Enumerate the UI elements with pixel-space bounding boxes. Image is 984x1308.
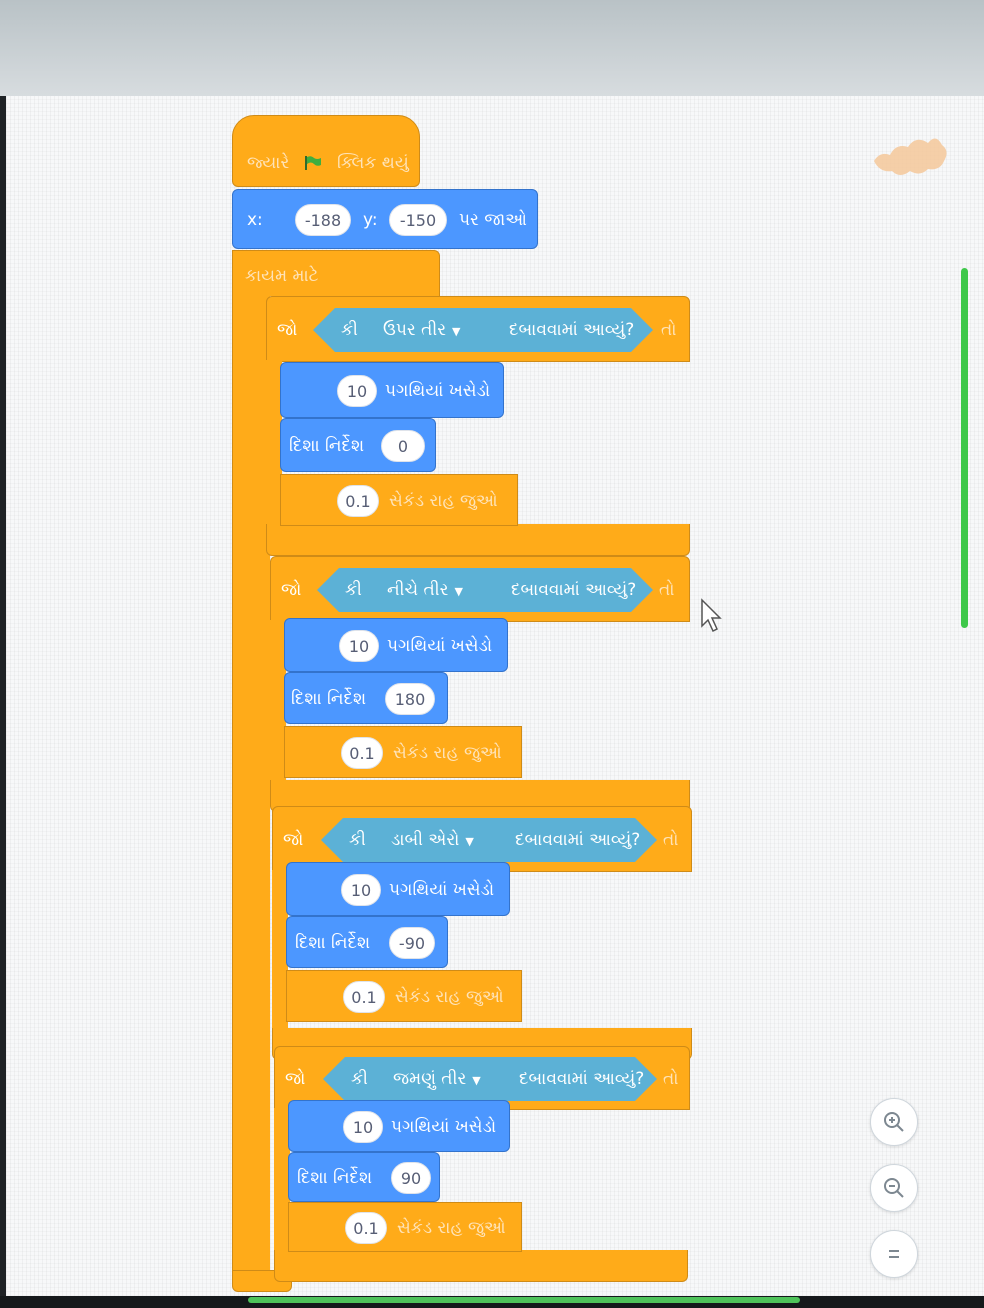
key-dropdown[interactable]: ઉપર તીર ▼	[383, 319, 460, 343]
if-label: જો	[283, 830, 304, 850]
direction-input[interactable]: 90	[391, 1162, 431, 1194]
move-steps-label: પગથિયાં ખસેડો	[389, 880, 495, 900]
wait-seconds-input[interactable]: 0.1	[341, 737, 383, 769]
chevron-down-icon: ▼	[472, 1074, 481, 1087]
point-direction-block[interactable]: દિશા નિર્દેશ 180	[284, 672, 448, 724]
move-steps-input[interactable]: 10	[343, 1111, 383, 1143]
move-steps-block[interactable]: 10 પગથિયાં ખસેડો	[286, 862, 510, 916]
move-steps-input[interactable]: 10	[337, 375, 377, 407]
if-header[interactable]: જો કી નીચે તીર ▼ દબાવવામાં આવ્યું? તો	[270, 556, 690, 622]
if-footer	[266, 524, 690, 556]
direction-input[interactable]: 180	[385, 683, 435, 715]
chevron-down-icon: ▼	[452, 325, 461, 338]
hat-when-label: જ્યારે	[247, 153, 290, 173]
point-direction-block[interactable]: દિશા નિર્દેશ 0	[280, 418, 436, 472]
top-strip	[0, 0, 984, 96]
mouse-pointer-icon	[700, 598, 724, 634]
if-header[interactable]: જો કી ઉપર તીર ▼ દબાવવામાં આવ્યું? તો	[266, 296, 690, 362]
if-label: જો	[285, 1069, 306, 1089]
wait-label: સેકંડ રાહ જુઓ	[395, 987, 504, 1007]
point-direction-label: દિશા નિર્દેશ	[291, 689, 367, 709]
move-steps-label: પગથિયાં ખસેડો	[387, 636, 493, 656]
zoom-out-icon	[884, 1178, 904, 1198]
key-pressed-condition[interactable]: કી ઉપર તીર ▼ દબાવવામાં આવ્યું?	[313, 308, 653, 352]
then-label: તો	[663, 1069, 679, 1089]
point-direction-label: દિશા નિર્દેશ	[295, 933, 371, 953]
direction-input[interactable]: -90	[389, 927, 435, 959]
chevron-down-icon: ▼	[465, 835, 474, 848]
sprite-icon	[870, 125, 952, 180]
key-pressed-condition[interactable]: કી ડાબી એરો ▼ દબાવવામાં આવ્યું?	[321, 818, 657, 862]
wait-block[interactable]: 0.1 સેકંડ રાહ જુઓ	[286, 970, 522, 1022]
wait-block[interactable]: 0.1 સેકંડ રાહ જુઓ	[280, 474, 518, 526]
if-footer	[274, 1250, 688, 1282]
then-label: તો	[659, 580, 675, 600]
key-dropdown-value: ઉપર તીર	[383, 320, 446, 340]
if-label: જો	[281, 580, 302, 600]
vertical-scrollbar[interactable]	[961, 268, 968, 628]
key-prefix-label: કી	[341, 320, 358, 340]
go-to-xy-block[interactable]: x: -188 y: -150 પર જાઓ	[232, 189, 538, 249]
key-dropdown-value: જમણું તીર	[393, 1069, 467, 1089]
green-flag-icon	[305, 154, 321, 170]
zoom-reset-icon	[889, 1250, 899, 1258]
hat-clicked-label: ક્લિક થયું	[337, 153, 409, 173]
forever-label: કાયમ માટે	[245, 266, 319, 286]
when-flag-clicked-block[interactable]: જ્યારે ક્લિક થયું	[232, 115, 420, 187]
key-dropdown-value: ડાબી એરો	[391, 830, 460, 850]
key-dropdown[interactable]: નીચે તીર ▼	[387, 579, 463, 603]
point-direction-label: દિશા નિર્દેશ	[297, 1168, 373, 1188]
key-prefix-label: કી	[345, 580, 362, 600]
key-dropdown[interactable]: જમણું તીર ▼	[393, 1068, 481, 1092]
direction-input[interactable]: 0	[381, 430, 425, 462]
key-pressed-condition[interactable]: કી જમણું તીર ▼ દબાવવામાં આવ્યું?	[323, 1057, 657, 1101]
move-steps-block[interactable]: 10 પગથિયાં ખસેડો	[280, 362, 504, 418]
pressed-label: દબાવવામાં આવ્યું?	[519, 1069, 645, 1089]
goto-y-input[interactable]: -150	[389, 204, 447, 236]
key-prefix-label: કી	[351, 1069, 368, 1089]
then-label: તો	[663, 830, 679, 850]
forever-arm	[232, 294, 270, 1286]
then-label: તો	[661, 320, 677, 340]
point-direction-block[interactable]: દિશા નિર્દેશ -90	[286, 916, 448, 968]
point-direction-block[interactable]: દિશા નિર્દેશ 90	[288, 1152, 440, 1202]
wait-seconds-input[interactable]: 0.1	[345, 1212, 387, 1244]
pressed-label: દબાવવામાં આવ્યું?	[515, 830, 641, 850]
zoom-in-button[interactable]	[870, 1098, 918, 1146]
wait-seconds-input[interactable]: 0.1	[337, 485, 379, 517]
pressed-label: દબાવવામાં આવ્યું?	[511, 580, 637, 600]
key-dropdown-value: નીચે તીર	[387, 580, 449, 600]
point-direction-label: દિશા નિર્દેશ	[289, 436, 365, 456]
wait-label: સેકંડ રાહ જુઓ	[393, 743, 502, 763]
move-steps-input[interactable]: 10	[339, 630, 379, 662]
wait-block[interactable]: 0.1 સેકંડ રાહ જુઓ	[288, 1202, 522, 1252]
key-dropdown[interactable]: ડાબી એરો ▼	[391, 829, 474, 853]
move-steps-block[interactable]: 10 પગથિયાં ખસેડો	[288, 1100, 510, 1152]
move-steps-input[interactable]: 10	[341, 874, 381, 906]
goto-x-input[interactable]: -188	[295, 204, 351, 236]
wait-label: સેકંડ રાહ જુઓ	[389, 491, 498, 511]
key-prefix-label: કી	[349, 830, 366, 850]
goto-y-label: y:	[363, 210, 378, 230]
wait-seconds-input[interactable]: 0.1	[343, 981, 385, 1013]
zoom-reset-button[interactable]	[870, 1230, 918, 1278]
move-steps-label: પગથિયાં ખસેડો	[385, 381, 491, 401]
move-steps-block[interactable]: 10 પગથિયાં ખસેડો	[284, 618, 508, 672]
wait-label: સેકંડ રાહ જુઓ	[397, 1218, 506, 1238]
wait-block[interactable]: 0.1 સેકંડ રાહ જુઓ	[284, 726, 522, 778]
chevron-down-icon: ▼	[454, 585, 463, 598]
goto-suffix-label: પર જાઓ	[459, 210, 527, 230]
move-steps-label: પગથિયાં ખસેડો	[391, 1117, 497, 1137]
zoom-in-icon	[884, 1112, 904, 1132]
key-pressed-condition[interactable]: કી નીચે તીર ▼ દબાવવામાં આવ્યું?	[317, 568, 653, 612]
goto-x-label: x:	[247, 210, 263, 230]
if-label: જો	[277, 320, 298, 340]
zoom-out-button[interactable]	[870, 1164, 918, 1212]
forever-block[interactable]: કાયમ માટે	[232, 250, 440, 296]
pressed-label: દબાવવામાં આવ્યું?	[509, 320, 635, 340]
horizontal-scrollbar[interactable]	[248, 1297, 800, 1303]
